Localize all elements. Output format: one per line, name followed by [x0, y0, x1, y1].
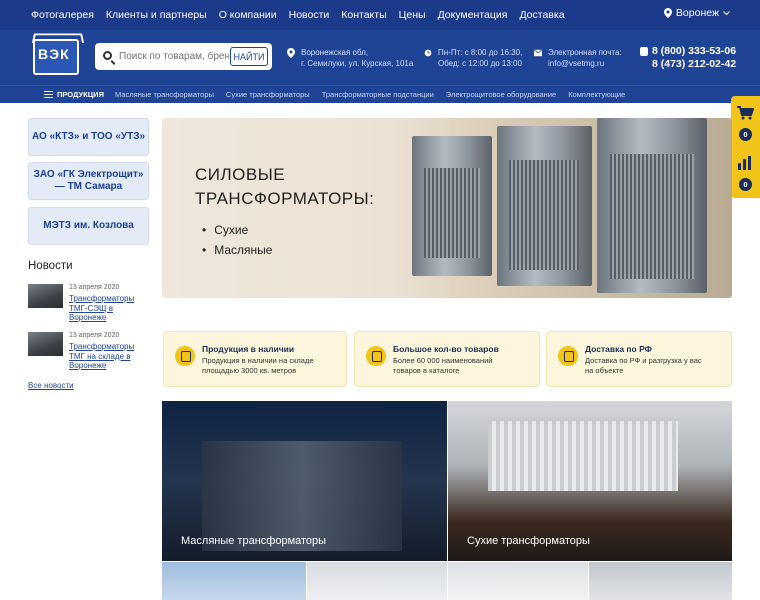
logo-text: ВЭК	[38, 46, 70, 62]
clock-icon	[424, 49, 432, 57]
side-panel: 0 0	[731, 96, 760, 198]
tile-label: Сухие трансформаторы	[467, 535, 590, 547]
shield-icon	[175, 346, 195, 366]
news-title[interactable]: Трансформаторы ТМГ-СЭЩ в Воронеже	[69, 294, 149, 323]
news-title[interactable]: Трансформаторы ТМГ на складе в Воронеже	[69, 342, 149, 371]
city-name: Воронеж	[675, 7, 719, 19]
left-brand-metz[interactable]: МЭТЗ им. Козлова	[28, 207, 149, 245]
address: Воронежская обл, г. Семилуки, ул. Курска…	[287, 47, 414, 69]
advantage-title: Доставка по РФ	[585, 344, 652, 354]
news-heading: Новости	[28, 260, 73, 272]
advantage-many-products: Большое кол-во товаров Более 60 000 наим…	[354, 331, 540, 387]
hero-title-line2: ТРАНСФОРМАТОРЫ:	[195, 189, 375, 208]
tile-components[interactable]	[589, 562, 732, 600]
advantage-in-stock: Продукция в наличии Продукция в наличии …	[163, 331, 347, 387]
advantage-desc: Доставка по РФ и разгрузка у вас на объе…	[585, 356, 702, 375]
nav-news[interactable]: Новости	[289, 9, 330, 21]
category-switchboard[interactable]: Электрощитовое оборудование	[446, 90, 556, 99]
nav-contacts[interactable]: Контакты	[341, 9, 386, 21]
radiator-fins	[424, 168, 480, 258]
radiator-fins	[509, 160, 579, 270]
phone-2[interactable]: 8 (473) 212-02-42	[652, 58, 736, 71]
news-item[interactable]: 13 апреля 2020 Трансформаторы ТМГ на скл…	[28, 332, 149, 372]
all-news-link[interactable]: Все новости	[28, 381, 74, 390]
hamburger-icon	[44, 91, 53, 98]
email-value[interactable]: info@vsetmg.ru	[548, 58, 622, 69]
search-icon	[103, 51, 112, 60]
cart-icon[interactable]	[737, 106, 754, 120]
advantage-title: Продукция в наличии	[202, 344, 295, 354]
nav-docs[interactable]: Документация	[438, 9, 508, 21]
news-thumbnail[interactable]	[28, 332, 63, 356]
truck-icon	[558, 346, 578, 366]
advantage-title: Большое кол-во товаров	[393, 344, 499, 354]
city-selector[interactable]: Воронеж	[663, 7, 730, 19]
cart-count: 0	[739, 128, 752, 141]
phone-icon	[640, 47, 648, 56]
nav-clients[interactable]: Клиенты и партнеры	[106, 9, 207, 21]
nav-prices[interactable]: Цены	[399, 9, 426, 21]
location-pin-icon	[663, 8, 672, 18]
radiator-fins	[610, 154, 694, 279]
phone-1[interactable]: 8 (800) 333-53-06	[652, 45, 736, 58]
top-bar: Фотогалерея Клиенты и партнеры О компани…	[0, 0, 760, 30]
search-input[interactable]	[119, 47, 229, 66]
top-nav: Фотогалерея Клиенты и партнеры О компани…	[31, 9, 565, 21]
advantage-desc: Более 60 000 наименований товаров в ката…	[393, 356, 493, 375]
hours-line2: Обед: с 12:00 до 13:00	[438, 59, 522, 68]
email-block: Электронная почта: info@vsetmg.ru	[534, 47, 622, 69]
news-thumbnail[interactable]	[28, 284, 63, 308]
category-substations[interactable]: Трансформаторные подстанции	[322, 90, 434, 99]
products-label: ПРОДУКЦИЯ	[57, 90, 104, 99]
tile-image	[488, 421, 678, 491]
search-button[interactable]: НАЙТИ	[230, 47, 268, 66]
search-box: НАЙТИ	[95, 43, 272, 70]
tile-label: Масляные трансформаторы	[181, 535, 327, 547]
hero-list-item: Масляные	[202, 240, 272, 260]
email-label: Электронная почта:	[548, 48, 622, 57]
hero-list: Сухие Масляные	[202, 220, 272, 260]
tile-dry-transformers[interactable]: Сухие трансформаторы	[448, 401, 732, 561]
news-item[interactable]: 13 апреля 2020 Трансформаторы ТМГ-СЭЩ в …	[28, 284, 149, 324]
news-date: 13 апреля 2020	[69, 332, 120, 339]
box-icon	[366, 346, 386, 366]
mail-icon	[534, 49, 542, 57]
tile-oil-transformers[interactable]: Масляные трансформаторы	[162, 401, 447, 561]
nav-delivery[interactable]: Доставка	[519, 9, 564, 21]
working-hours: Пн-Пт: с 8:00 до 16:30, Обед: с 12:00 до…	[424, 47, 523, 69]
tile-switchboard[interactable]	[307, 562, 447, 600]
category-dry-transformers[interactable]: Сухие трансформаторы	[226, 90, 310, 99]
chevron-down-icon	[723, 10, 730, 15]
hero-list-item: Сухие	[202, 220, 272, 240]
compare-chart-icon[interactable]	[737, 156, 754, 170]
hero-banner[interactable]: СИЛОВЫЕ ТРАНСФОРМАТОРЫ: Сухие Масляные	[162, 118, 732, 298]
hero-title: СИЛОВЫЕ ТРАНСФОРМАТОРЫ:	[195, 163, 374, 211]
products-menu-button[interactable]: ПРОДУКЦИЯ	[44, 90, 104, 99]
compare-count: 0	[739, 178, 752, 191]
nav-about[interactable]: О компании	[219, 9, 277, 21]
hero-title-line1: СИЛОВЫЕ	[195, 165, 286, 184]
category-components[interactable]: Комплектующие	[568, 90, 625, 99]
nav-photo-gallery[interactable]: Фотогалерея	[31, 9, 94, 21]
category-bar: ПРОДУКЦИЯ Масляные трансформаторы Сухие …	[0, 85, 760, 103]
category-oil-transformers[interactable]: Масляные трансформаторы	[115, 90, 214, 99]
advantage-delivery: Доставка по РФ Доставка по РФ и разгрузк…	[546, 331, 732, 387]
address-line1: Воронежская обл,	[301, 48, 369, 57]
left-brand-ktz[interactable]: АО «КТЗ» и ТОО «УТЗ»	[28, 118, 149, 156]
address-line2: г. Семилуки, ул. Курская, 101а	[301, 59, 414, 68]
tile-equipment[interactable]	[448, 562, 588, 600]
location-pin-icon	[287, 48, 295, 58]
news-date: 13 апреля 2020	[69, 284, 120, 291]
advantage-desc: Продукция в наличии на складе площадью 3…	[202, 356, 314, 375]
logo[interactable]: ВЭК	[33, 39, 79, 75]
left-brand-electroshchit[interactable]: ЗАО «ГК Электрощит» — ТМ Самара	[28, 162, 149, 200]
hours-line1: Пн-Пт: с 8:00 до 16:30,	[438, 48, 523, 57]
tile-substations[interactable]	[162, 562, 306, 600]
phones: 8 (800) 333-53-06 8 (473) 212-02-42	[640, 45, 736, 71]
